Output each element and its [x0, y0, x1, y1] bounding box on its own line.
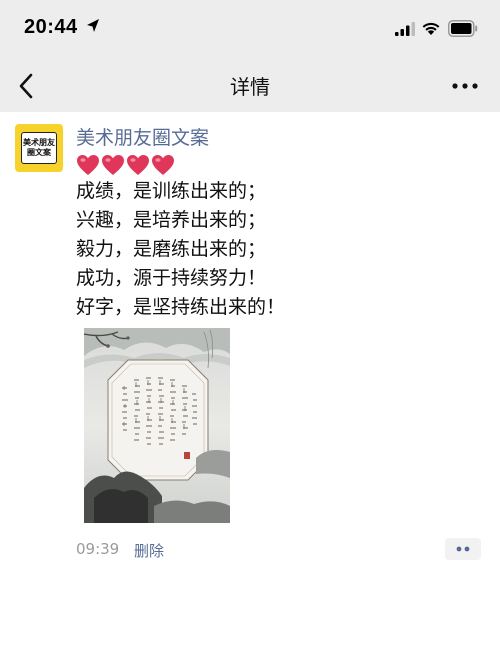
author-name[interactable]: 美术朋友圈文案 — [76, 123, 209, 150]
avatar-text-line: 美术朋友 — [23, 138, 55, 147]
status-time: 20:44 — [24, 16, 78, 38]
delete-button[interactable]: 删除 — [134, 540, 164, 561]
post-detail: 美术朋友 圈文案 美术朋友圈文案 成绩，是训练出来的； 兴趣，是培养出来的； 毅… — [0, 112, 500, 667]
heart-icon — [102, 155, 124, 175]
post-line: 成功，源于持续努力！ — [76, 267, 267, 289]
avatar-logo: 美术朋友 圈文案 — [21, 132, 57, 164]
heart-icon — [127, 155, 149, 175]
heart-icon — [152, 155, 174, 175]
post-image[interactable] — [84, 328, 230, 523]
wifi-icon — [422, 22, 440, 35]
heart-emoji-row — [76, 154, 175, 178]
heart-icon — [77, 155, 99, 175]
avatar[interactable]: 美术朋友 圈文案 — [15, 124, 63, 172]
page-title: 详情 — [230, 75, 270, 99]
avatar-text-line: 圈文案 — [27, 148, 51, 157]
post-line: 毅力，是磨练出来的； — [76, 238, 267, 260]
post-line: 好字，是坚持练出来的！ — [76, 296, 286, 318]
battery-icon — [448, 20, 478, 37]
post-line: 成绩，是训练出来的； — [76, 180, 267, 202]
nav-bar: 详情 — [0, 60, 500, 112]
post-timestamp: 09:39 — [76, 540, 120, 558]
cellular-signal-icon — [395, 22, 415, 36]
post-text: 成绩，是训练出来的； 兴趣，是培养出来的； 毅力，是磨练出来的； 成功，源于持续… — [76, 177, 285, 322]
comment-action-button[interactable] — [445, 538, 481, 560]
comment-dots-icon — [456, 546, 470, 552]
location-arrow-icon — [87, 19, 99, 32]
post-line: 兴趣，是培养出来的； — [76, 209, 267, 231]
status-bar: 20:44 — [0, 0, 500, 60]
more-dots-icon[interactable] — [450, 78, 480, 94]
